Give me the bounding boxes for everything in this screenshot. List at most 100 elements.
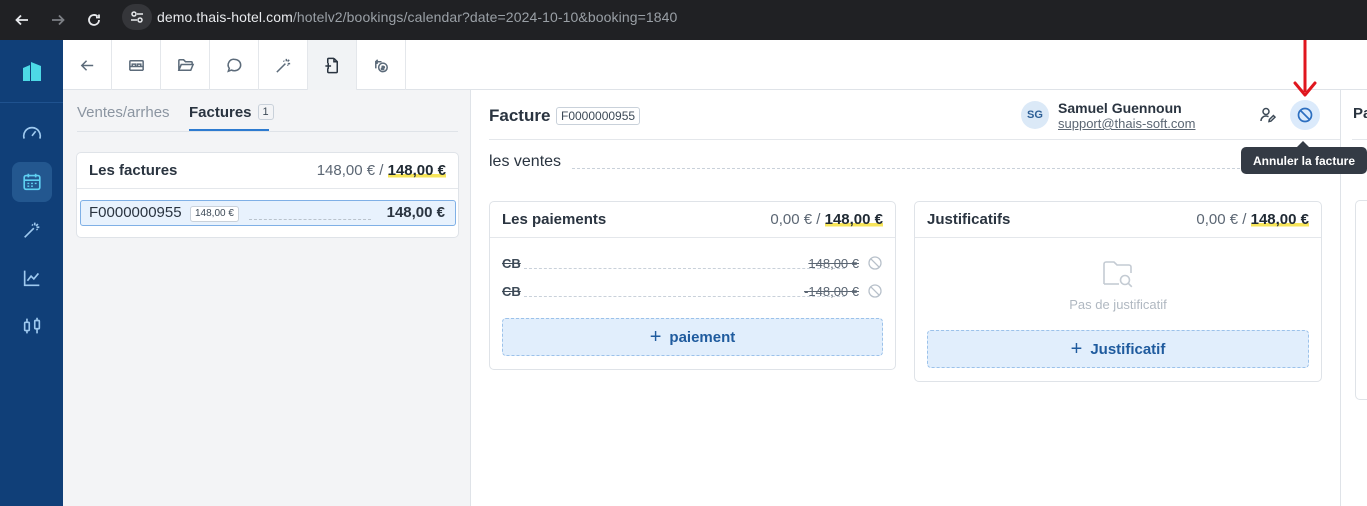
receipts-total: 0,00 € / 148,00 € (1196, 211, 1309, 228)
amount-separator: / (816, 211, 821, 228)
back-button[interactable] (63, 40, 112, 90)
card-title: Les factures (89, 162, 178, 179)
browser-forward-icon[interactable] (44, 6, 72, 34)
cancel-invoice-tooltip: Annuler la facture (1241, 147, 1367, 174)
ban-icon (1297, 107, 1313, 123)
cancel-invoice-button[interactable] (1290, 100, 1320, 130)
booking-toolbar (63, 40, 1367, 90)
chat-bubble-icon (226, 58, 241, 72)
folder-search-icon (1103, 261, 1133, 288)
active-tab-indicator (189, 129, 269, 131)
avatar: SG (1021, 101, 1049, 129)
invoice-detail-panel: Facture F0000000955 SG Samuel Guennoun s… (471, 90, 1340, 506)
dotted-leader (249, 219, 371, 220)
edit-recipient-button[interactable] (1253, 100, 1283, 130)
rooms-button[interactable] (112, 40, 161, 90)
receipts-card-header: Justificatifs 0,00 € / 148,00 € (915, 202, 1321, 238)
payments-total: 0,00 € / 148,00 € (770, 211, 883, 228)
plus-icon: + (649, 326, 662, 348)
side-panel-title: Pa (1353, 105, 1367, 122)
button-label: paiement (669, 328, 736, 346)
payments-card-header: Les paiements 0,00 € / 148,00 € (490, 202, 895, 238)
hotel-logo-icon[interactable] (20, 59, 44, 83)
bed-icon (128, 59, 144, 71)
invoices-button[interactable] (308, 40, 357, 90)
site-settings-icon[interactable] (122, 4, 152, 30)
sidebar-item-dashboard[interactable] (12, 114, 52, 154)
payment-line[interactable]: CB 148,00 € (502, 254, 883, 274)
line-chart-icon (23, 270, 40, 287)
calendar-icon (23, 173, 41, 191)
browser-reload-icon[interactable] (80, 6, 108, 34)
amount-paid: 0,00 € (770, 211, 813, 228)
url-path: /hotelv2/bookings/calendar?date=2024-10-… (292, 9, 678, 25)
amount-paid: 148,00 € (316, 162, 376, 179)
tab-factures[interactable]: Factures 1 (189, 104, 274, 121)
add-receipt-button[interactable]: + Justificatif (927, 330, 1309, 368)
sales-section-label: les ventes (489, 153, 562, 170)
side-panel-divider (1352, 139, 1367, 140)
receipts-card: Justificatifs 0,00 € / 148,00 € Pas de j… (914, 201, 1322, 382)
back-arrow-icon (80, 59, 93, 71)
actions-button[interactable] (259, 40, 308, 90)
amount-total: 148,00 € (824, 211, 883, 228)
plus-icon: + (1070, 338, 1083, 360)
payment-line[interactable]: CB -148,00 € (502, 282, 883, 302)
user-email-link[interactable]: support@thais-soft.com (1058, 116, 1195, 131)
ban-icon[interactable] (867, 283, 883, 299)
refund-icon (374, 58, 388, 72)
annotation-arrow-icon (1293, 40, 1317, 97)
amount-total: 148,00 € (1250, 211, 1309, 228)
app-sidebar (0, 40, 63, 506)
invoice-row[interactable]: F0000000955 148,00 € 148,00 € (80, 200, 456, 226)
payment-amount: -148,00 € (804, 284, 859, 299)
sliders-icon (23, 317, 41, 334)
payment-amount: 148,00 € (808, 256, 859, 271)
amount-paid: 0,00 € (1196, 211, 1239, 228)
sidebar-item-calendar[interactable] (12, 162, 52, 202)
documents-button[interactable] (161, 40, 210, 90)
refund-button[interactable] (357, 40, 406, 90)
dotted-leader (524, 268, 845, 269)
sidebar-item-statistics[interactable] (12, 258, 52, 298)
sidebar-item-settings[interactable] (12, 306, 52, 346)
magic-wand-icon (275, 58, 290, 73)
invoices-card-header: Les factures 148,00 € / 148,00 € (77, 153, 458, 189)
tab-label: Ventes/arrhes (77, 104, 170, 121)
invoices-card: Les factures 148,00 € / 148,00 € F000000… (76, 152, 459, 238)
sidebar-divider (0, 102, 63, 103)
invoice-number-badge: F0000000955 (556, 107, 641, 125)
card-title: Les paiements (502, 211, 607, 228)
user-edit-icon (1260, 107, 1277, 123)
invoice-amount-badge: 148,00 € (190, 206, 239, 222)
payments-card: Les paiements 0,00 € / 148,00 € CB 148,0… (489, 201, 896, 370)
payment-method: CB (502, 284, 521, 299)
browser-toolbar: demo.thais-hotel.com/hotelv2/bookings/ca… (0, 0, 1367, 40)
ban-icon[interactable] (867, 255, 883, 271)
user-name: Samuel Guennoun (1058, 100, 1182, 116)
amount-total: 148,00 € (387, 162, 446, 179)
invoices-total: 148,00 € / 148,00 € (317, 162, 446, 179)
gauge-icon (22, 126, 42, 139)
empty-state-text: Pas de justificatif (1069, 297, 1167, 312)
invoice-number: F0000000955 (89, 204, 182, 221)
side-panel-card (1355, 200, 1367, 400)
address-bar[interactable]: demo.thais-hotel.com/hotelv2/bookings/ca… (157, 9, 677, 25)
card-title: Justificatifs (927, 211, 1011, 228)
messages-button[interactable] (210, 40, 259, 90)
sales-invoice-tabs: Ventes/arrhes Factures 1 (77, 102, 458, 132)
header-divider (489, 139, 1340, 140)
sidebar-item-automation[interactable] (12, 210, 52, 250)
amount-separator: / (379, 162, 384, 179)
invoices-list-panel: Ventes/arrhes Factures 1 Les factures 148… (63, 90, 471, 506)
browser-back-icon[interactable] (8, 6, 36, 34)
add-payment-button[interactable]: + paiement (502, 318, 883, 356)
magic-wand-icon (24, 222, 40, 238)
url-host: demo.thais-hotel.com (157, 9, 293, 25)
invoice-amount: 148,00 € (386, 204, 445, 221)
payment-method: CB (502, 256, 521, 271)
page-title: Facture (489, 106, 551, 125)
tab-count-badge: 1 (257, 104, 274, 120)
tab-ventes-arrhes[interactable]: Ventes/arrhes (77, 104, 170, 121)
dotted-leader (524, 296, 845, 297)
